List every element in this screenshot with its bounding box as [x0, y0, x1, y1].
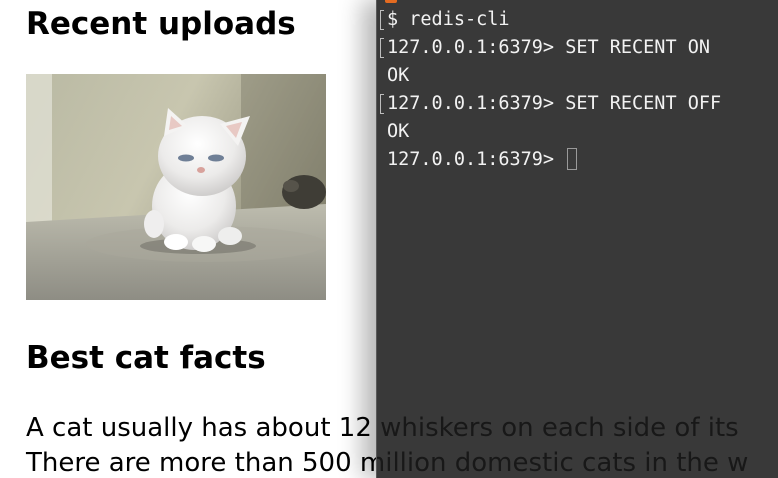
- terminal-line-text: 127.0.0.1:6379> SET RECENT OFF: [387, 93, 722, 114]
- terminal-line: 127.0.0.1:6379> SET RECENT ON: [377, 34, 778, 62]
- terminal-line-text: $ redis-cli: [387, 9, 510, 30]
- terminal-line-text: OK: [387, 65, 410, 86]
- terminal-line: OK: [377, 118, 778, 146]
- best-cat-facts-heading: Best cat facts: [26, 340, 266, 376]
- terminal-prompt-line: 127.0.0.1:6379>: [377, 146, 778, 174]
- terminal-window[interactable]: $ redis-cli 127.0.0.1:6379> SET RECENT ON…: [376, 0, 778, 478]
- screen: Recent uploads Best cat facts A cat usua…: [0, 0, 778, 478]
- cat-photo[interactable]: [26, 74, 326, 300]
- terminal-output[interactable]: $ redis-cli 127.0.0.1:6379> SET RECENT ON…: [377, 6, 778, 174]
- terminal-line: 127.0.0.1:6379> SET RECENT OFF: [377, 90, 778, 118]
- terminal-line-text: 127.0.0.1:6379>: [387, 149, 566, 170]
- terminal-title-bar[interactable]: [377, 0, 778, 4]
- terminal-cursor: [567, 148, 578, 170]
- terminal-tab-icon: [385, 0, 397, 3]
- line-mark-bracket: [380, 94, 384, 114]
- terminal-line-text: OK: [387, 121, 410, 142]
- line-mark-bracket: [380, 10, 384, 30]
- kitten-image: [26, 74, 326, 300]
- recent-uploads-heading: Recent uploads: [26, 6, 296, 42]
- line-mark-bracket: [380, 38, 384, 58]
- terminal-line: $ redis-cli: [377, 6, 778, 34]
- terminal-line: OK: [377, 62, 778, 90]
- terminal-line-text: 127.0.0.1:6379> SET RECENT ON: [387, 37, 711, 58]
